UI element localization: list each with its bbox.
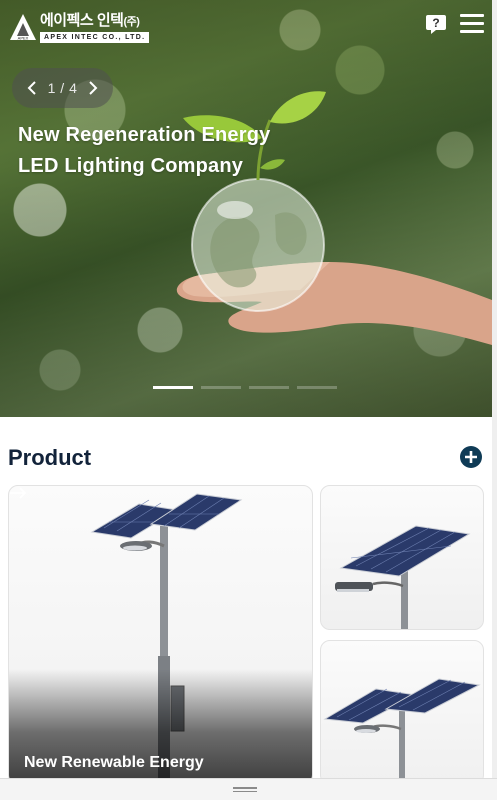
- svg-text:?: ?: [432, 16, 439, 30]
- arrow-right-icon[interactable]: [9, 486, 27, 500]
- slide-dot-1[interactable]: [153, 386, 193, 389]
- product-heading: Product: [8, 445, 92, 470]
- slide-indicators: [153, 386, 337, 389]
- logo-korean-suffix: (주): [123, 16, 140, 28]
- slide-counter: 1 / 4: [47, 80, 78, 96]
- apex-logo-icon: APEX: [10, 14, 36, 41]
- solar-streetlight-image: [335, 525, 471, 629]
- product-card-side-1[interactable]: [320, 485, 484, 630]
- question-bubble-icon[interactable]: ?: [425, 13, 447, 35]
- product-section-header: Product: [8, 444, 484, 474]
- bottom-drawer-bar[interactable]: [0, 778, 497, 800]
- company-logo[interactable]: APEX 에이펙스 인텍(주) APEX INTEC CO., LTD.: [8, 12, 150, 43]
- product-card-main[interactable]: New Renewable Energy: [8, 485, 313, 785]
- plus-circle-icon[interactable]: [460, 446, 482, 468]
- hamburger-menu-icon[interactable]: [460, 14, 484, 34]
- slide-pager: 1 / 4: [12, 68, 113, 108]
- hero-title-line1: New Regeneration Energy: [18, 124, 271, 146]
- product-card-caption: New Renewable Energy: [24, 754, 204, 771]
- hero-title-line2: LED Lighting Company: [18, 155, 244, 177]
- product-card-side-2[interactable]: [320, 640, 484, 785]
- chevron-right-icon[interactable]: [85, 81, 99, 95]
- slide-dot-3[interactable]: [249, 386, 289, 389]
- hero-image: [176, 91, 492, 345]
- logo-english-name: APEX INTEC CO., LTD.: [40, 32, 150, 43]
- logo-mark-text: APEX: [18, 36, 29, 41]
- slide-dot-2[interactable]: [201, 386, 241, 389]
- solar-streetlight-image: [323, 678, 481, 784]
- hero-slider[interactable]: APEX 에이펙스 인텍(주) APEX INTEC CO., LTD. ? 1…: [0, 0, 492, 417]
- chevron-left-icon[interactable]: [26, 81, 40, 95]
- page-scrollbar[interactable]: [492, 0, 497, 778]
- drag-handle-icon[interactable]: [233, 787, 257, 793]
- hero-title: New Regeneration Energy LED Lighting Com…: [18, 120, 270, 182]
- logo-korean-name: 에이펙스 인텍: [40, 12, 124, 29]
- slide-dot-4[interactable]: [297, 386, 337, 389]
